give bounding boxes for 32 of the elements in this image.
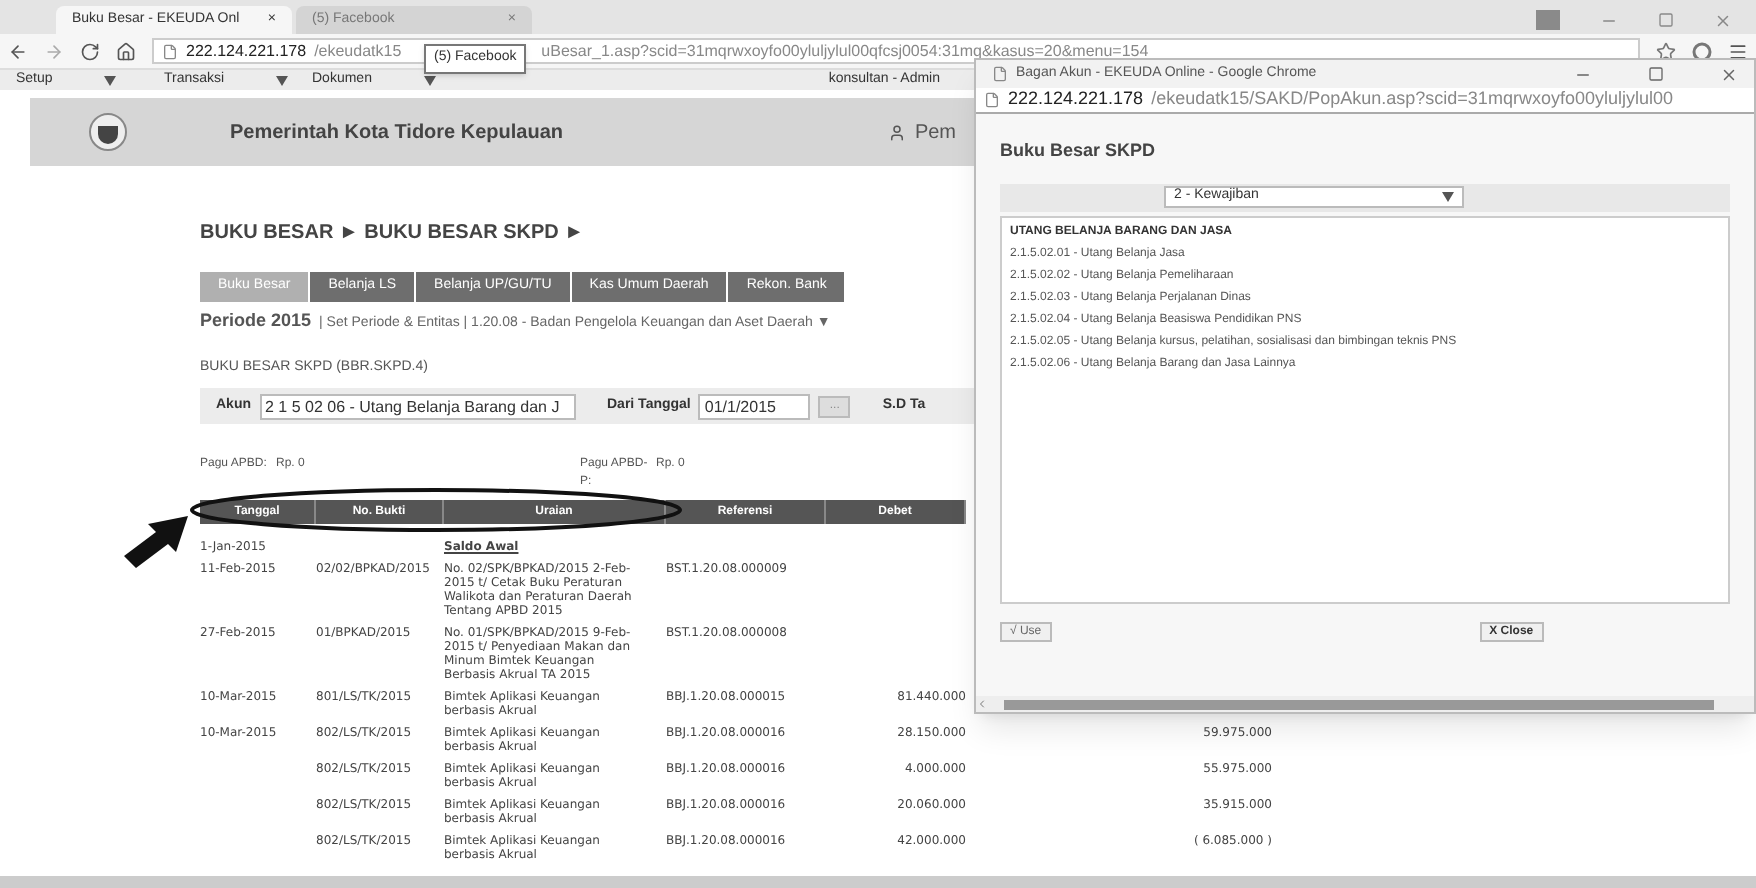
forward-icon[interactable] <box>44 41 64 61</box>
horizontal-scrollbar[interactable] <box>0 876 1756 888</box>
scroll-left-icon[interactable] <box>976 698 988 710</box>
maximize-icon[interactable] <box>1658 12 1674 28</box>
user-link[interactable]: Pem <box>914 117 956 147</box>
period-label: Periode 2015 <box>200 308 312 334</box>
home-icon[interactable] <box>116 41 136 61</box>
close-icon[interactable] <box>1714 11 1732 29</box>
bookmark-icon[interactable] <box>1656 41 1676 61</box>
reload-icon[interactable] <box>80 41 100 61</box>
site-title: Pemerintah Kota Tidore Kepulauan <box>230 119 564 147</box>
extension-icon[interactable] <box>1692 41 1712 61</box>
back-icon[interactable] <box>8 41 28 61</box>
close-icon[interactable] <box>1720 65 1738 83</box>
page-icon <box>162 43 178 59</box>
page-icon <box>984 92 1000 108</box>
account-list[interactable] <box>1000 215 1730 603</box>
caret-icon <box>1442 192 1454 202</box>
account-field[interactable]: 2 1 5 02 06 - Utang Belanja Barang dan J <box>259 393 575 419</box>
date-field[interactable]: 01/1/2015 <box>698 393 811 419</box>
emblem-icon <box>88 112 128 152</box>
user-icon[interactable] <box>888 123 907 141</box>
caret-icon <box>104 75 117 85</box>
menu-icon[interactable] <box>1728 41 1748 61</box>
page-icon <box>992 66 1008 82</box>
caret-icon <box>276 75 289 85</box>
dialog-heading: Buku Besar SKPD <box>1000 138 1158 164</box>
breadcrumb: BUKU BESAR ► BUKU BESAR SKPD ► <box>200 220 585 248</box>
arrow-annotation <box>124 512 188 572</box>
window-icon <box>1536 10 1560 30</box>
maximize-icon[interactable] <box>1648 66 1664 82</box>
horizontal-scrollbar[interactable] <box>1004 699 1714 709</box>
